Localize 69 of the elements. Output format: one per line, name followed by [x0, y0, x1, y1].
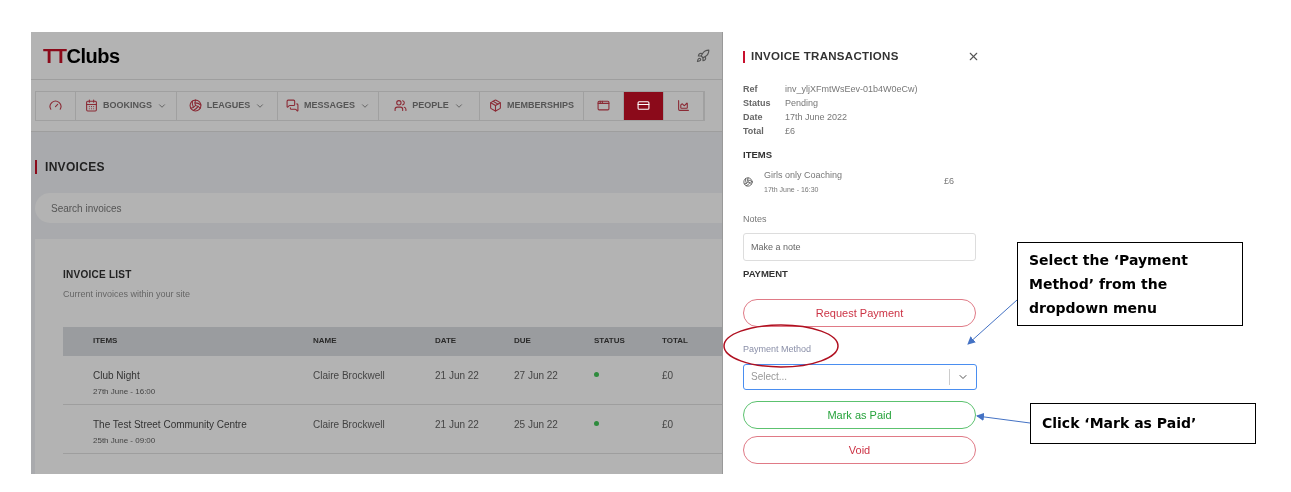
table-cell-text: £0	[662, 368, 675, 383]
action-button[interactable]: Void	[743, 435, 976, 464]
item-time: 25th June - 09:00	[93, 434, 157, 447]
table-cell-text: £0	[662, 417, 675, 432]
nav-menu-button[interactable]: MEMBERSHIPS	[480, 91, 584, 120]
notes-label: Notes	[743, 212, 768, 226]
calendar-icon	[85, 99, 98, 112]
nav-menu-button[interactable]: LEAGUES	[177, 91, 278, 120]
section-heading: PAYMENT	[743, 267, 789, 281]
action-button[interactable]: Request Payment	[743, 299, 976, 328]
payment-method-label: Payment Method	[743, 343, 813, 357]
card-subtitle: Current invoices within your site	[63, 288, 192, 301]
section-heading: ITEMS	[743, 148, 774, 163]
item-name: Club Night	[93, 368, 141, 383]
search-field[interactable]: Search invoices	[35, 193, 722, 223]
callout-box: Select the ‘Payment Method’ from the dropdown menu	[1017, 242, 1243, 326]
chart-icon	[677, 99, 690, 112]
item-time: 27th June - 16:00	[93, 385, 157, 398]
table-cell-text: 27 Jun 22	[514, 368, 559, 383]
arrow	[967, 299, 1018, 345]
payment-method-select[interactable]: Select...	[743, 363, 977, 390]
nav-label: BOOKINGS	[103, 98, 152, 112]
column-header: STATUS	[594, 335, 626, 347]
people-icon	[394, 99, 408, 112]
arrow	[976, 412, 1031, 424]
nav-label: LEAGUES	[206, 98, 251, 112]
detail-value: inv_yljXFmtWsEev-01b4W0eCw)	[785, 83, 919, 97]
detail-value: 17th June 2022	[785, 111, 849, 125]
item-name: Girls only Coaching	[764, 168, 844, 182]
detail-value: £6	[785, 125, 796, 139]
column-header: TOTAL	[662, 335, 689, 347]
ball-icon	[743, 177, 753, 187]
nav-label: MEMBERSHIPS	[507, 98, 574, 112]
table-cell-text: Claire Brockwell	[313, 368, 386, 383]
column-header: DUE	[514, 335, 532, 347]
panel-title: INVOICE TRANSACTIONS	[751, 49, 899, 64]
rocket-icon[interactable]	[696, 48, 710, 63]
nav-icon-button[interactable]	[624, 91, 664, 120]
nav-menu-button[interactable]: BOOKINGS	[76, 91, 177, 120]
nav-label: PEOPLE	[412, 98, 449, 112]
table-cell-text: Claire Brockwell	[313, 417, 386, 432]
detail-label: Ref	[743, 83, 759, 97]
card-icon	[637, 99, 650, 112]
item-price: £6	[944, 175, 954, 189]
chat-icon	[286, 99, 299, 112]
notes-field[interactable]: Make a note	[743, 233, 976, 261]
nav-menu-button[interactable]: MESSAGES	[278, 91, 379, 120]
table-cell-text: 21 Jun 22	[435, 368, 480, 383]
action-button[interactable]: Mark as Paid	[743, 400, 976, 429]
nav-label: MESSAGES	[304, 98, 355, 112]
page-title: INVOICES	[45, 159, 105, 176]
callout-box: Click ‘Mark as Paid’	[1030, 403, 1256, 444]
column-header: DATE	[435, 335, 458, 347]
item-name: The Test Street Community Centre	[93, 417, 248, 432]
detail-label: Date	[743, 111, 764, 125]
window-icon	[597, 99, 610, 112]
nav-menu-button[interactable]: PEOPLE	[379, 91, 480, 120]
column-header: ITEMS	[93, 335, 119, 347]
card-title: INVOICE LIST	[63, 268, 133, 282]
table-cell-text: 21 Jun 22	[435, 417, 480, 432]
logo[interactable]: TTClubs	[43, 40, 120, 71]
box-icon	[489, 99, 502, 112]
ball-icon	[188, 99, 202, 112]
detail-label: Status	[743, 97, 772, 111]
table-cell-text: 25 Jun 22	[514, 417, 559, 432]
column-header: NAME	[313, 335, 338, 347]
detail-value: Pending	[785, 97, 820, 111]
gauge-icon	[49, 99, 62, 112]
detail-label: Total	[743, 125, 765, 139]
